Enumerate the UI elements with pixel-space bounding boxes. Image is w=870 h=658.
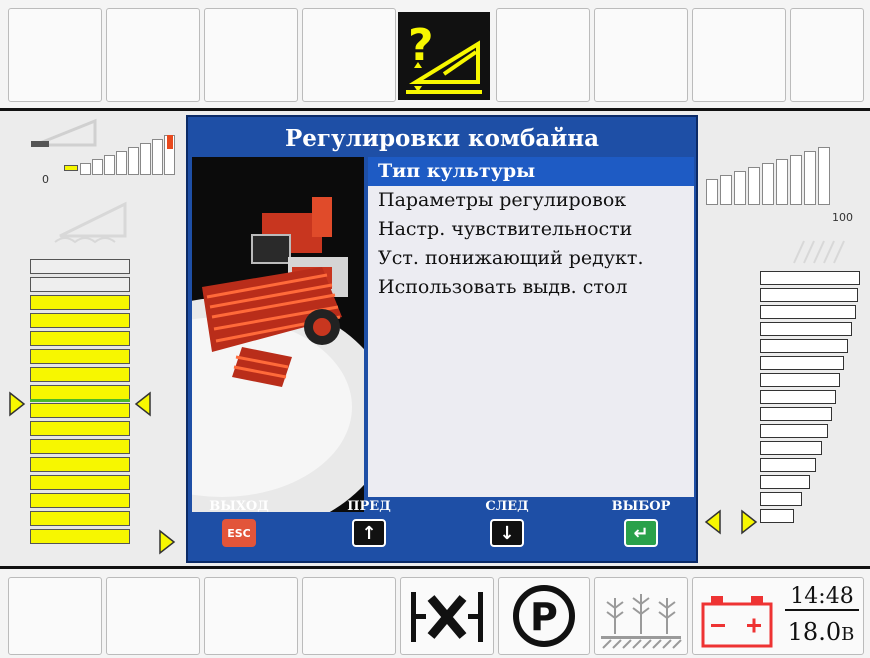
left-lower-arrow: [159, 529, 176, 555]
menu-item-reduction-gear[interactable]: Уст. понижающий редукт.: [368, 244, 694, 273]
right-staircase-gauge: [702, 139, 842, 209]
left-gauge-min-label: 0: [42, 173, 49, 186]
right-left-arrow: [704, 509, 721, 535]
top-slot-6[interactable]: [496, 8, 590, 102]
left-staircase-gauge: [60, 129, 180, 179]
top-slot-8[interactable]: [692, 8, 786, 102]
battery-voltage-readout: 18.0В: [781, 618, 861, 646]
top-toolbar: ?: [0, 0, 870, 111]
bottom-slot-2[interactable]: [106, 577, 200, 655]
menu-item-sensitivity-settings[interactable]: Настр. чувствительности: [368, 215, 694, 244]
menu-list: Тип культуры Параметры регулировок Настр…: [368, 157, 694, 497]
combine-settings-dialog: Регулировки комбайна Тип культуры Параме…: [186, 115, 698, 563]
left-setpoint-right-arrow: [134, 391, 151, 417]
battery-voltage-value: 18.0: [787, 618, 842, 646]
battery-voltage-unit: В: [841, 624, 855, 645]
right-stubble-icon: [793, 240, 845, 264]
differential-lock-slot[interactable]: [400, 577, 494, 655]
next-softkey[interactable]: СЛЕД ↓: [472, 499, 542, 547]
menu-item-crop-type[interactable]: Тип культуры: [368, 157, 694, 186]
parking-brake-slot[interactable]: P: [498, 577, 590, 655]
next-label: СЛЕД: [485, 499, 529, 514]
top-slot-3[interactable]: [204, 8, 298, 102]
top-slot-9[interactable]: [790, 8, 864, 102]
top-slot-2[interactable]: [106, 8, 200, 102]
esc-key-icon[interactable]: ESC: [222, 519, 256, 547]
right-level-bar-gauge: [760, 271, 865, 531]
parking-brake-icon: P: [513, 585, 575, 647]
clock-time: 14:48: [785, 584, 859, 611]
bottom-toolbar: P 14:48 18.0В: [0, 566, 870, 658]
top-slot-7[interactable]: [594, 8, 688, 102]
bottom-slot-4[interactable]: [302, 577, 396, 655]
svg-text:P: P: [530, 595, 558, 639]
crop-field-slot[interactable]: [594, 577, 688, 655]
menu-item-adjustment-params[interactable]: Параметры регулировок: [368, 186, 694, 215]
exit-label: ВЫХОД: [209, 499, 269, 514]
header-help-warning-icon[interactable]: ?: [398, 12, 490, 100]
top-slot-4[interactable]: [302, 8, 396, 102]
left-level-bar-gauge: [30, 259, 130, 544]
battery-status-slot: 14:48 18.0В: [692, 577, 864, 655]
dialog-title: Регулировки комбайна: [284, 125, 600, 152]
left-cutter-icon: [54, 201, 127, 244]
enter-key-icon[interactable]: ↵: [624, 519, 658, 547]
arrow-down-key-icon[interactable]: ↓: [490, 519, 524, 547]
bottom-slot-1[interactable]: [8, 577, 102, 655]
prev-label: ПРЕД: [347, 499, 391, 514]
crop-field-icon: [601, 594, 682, 649]
right-right-arrow: [741, 509, 758, 535]
left-setpoint-left-arrow: [9, 391, 26, 417]
right-gauge-max-label: 100: [832, 211, 853, 224]
svg-text:?: ?: [408, 20, 434, 71]
select-label: ВЫБОР: [611, 499, 671, 514]
combine-harvester-image: [192, 157, 364, 512]
exit-softkey[interactable]: ВЫХОД ESC: [204, 499, 274, 547]
bottom-slot-3[interactable]: [204, 577, 298, 655]
select-softkey[interactable]: ВЫБОР ↵: [606, 499, 676, 547]
battery-warning-icon: [701, 596, 773, 648]
top-slot-1[interactable]: [8, 8, 102, 102]
menu-item-extendable-table[interactable]: Использовать выдв. стол: [368, 273, 694, 302]
arrow-up-key-icon[interactable]: ↑: [352, 519, 386, 547]
differential-lock-icon: [411, 592, 483, 642]
prev-softkey[interactable]: ПРЕД ↑: [334, 499, 404, 547]
